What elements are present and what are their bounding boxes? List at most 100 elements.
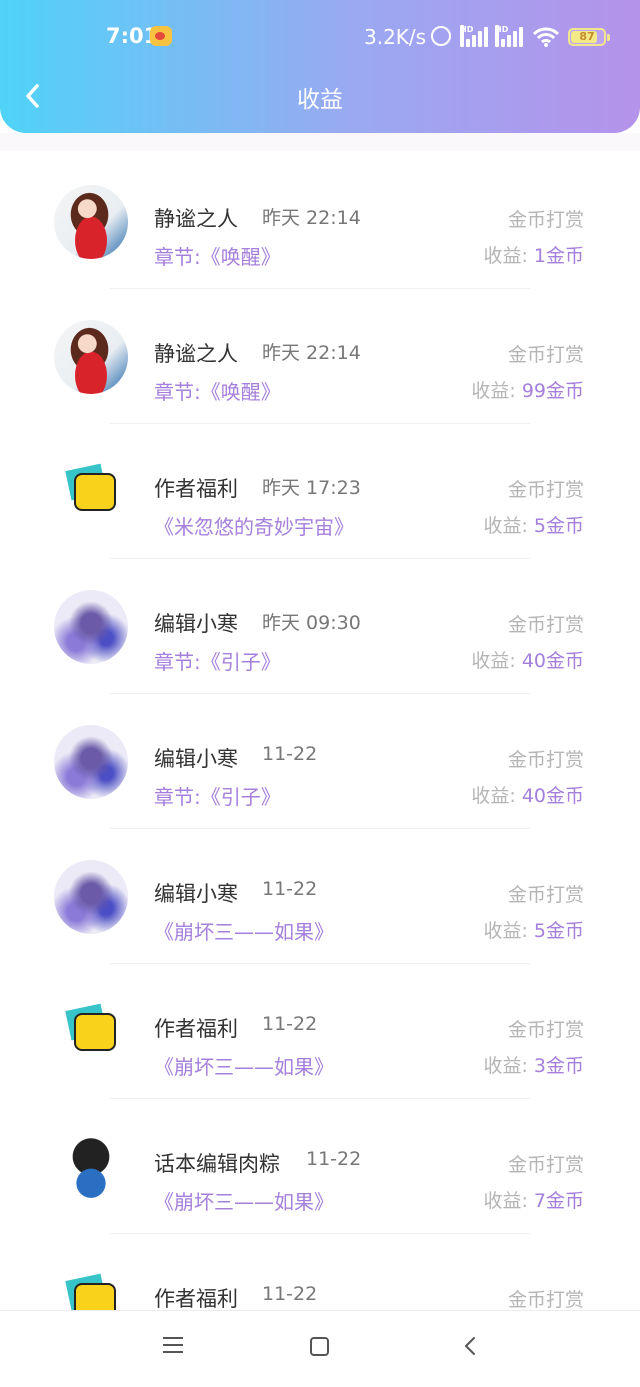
status-bar: 7:01 3.2K/s HD HD 87 [0, 0, 640, 74]
signal-bar [472, 35, 476, 47]
income-record-row[interactable]: 静谧之人 昨天 22:14 金币打赏章节:《唤醒》 收益: 1金币 [0, 155, 640, 290]
income-record-row[interactable]: 编辑小寒 昨天 09:30 金币打赏章节:《引子》 收益: 40金币 [0, 560, 640, 695]
signal-bar [501, 39, 505, 47]
user-avatar[interactable] [54, 860, 128, 934]
work-title-link[interactable]: 章节:《引子》 [154, 646, 281, 675]
income-label: 收益: [483, 920, 534, 942]
battery-level: 87 [579, 30, 595, 43]
back-triangle-icon[interactable] [460, 1335, 480, 1357]
income-record-row[interactable]: 编辑小寒 11-22 金币打赏章节:《引子》 收益: 40金币 [0, 695, 640, 830]
sender-name: 静谧之人 [154, 342, 238, 366]
sender-name: 编辑小寒 [154, 747, 238, 771]
income-source: 金币打赏 [507, 209, 584, 231]
income-record-row[interactable]: 作者福利 11-22 金币打赏《崩坏三——如果》 收益: 3金币 [0, 965, 640, 1100]
work-title-link[interactable]: 《崩坏三——如果》 [154, 916, 334, 945]
menu-line [163, 1351, 183, 1353]
income-amount: 40金币 [521, 785, 584, 807]
signal-bar [507, 35, 511, 47]
user-avatar[interactable] [54, 320, 128, 394]
income-source: 金币打赏 [507, 479, 584, 501]
income-value: 收益: 40金币 [471, 781, 584, 808]
sender-name: 作者福利 [154, 477, 238, 501]
row-divider [110, 1233, 530, 1234]
income-label: 收益: [471, 785, 522, 807]
menu-line [163, 1344, 183, 1346]
user-avatar[interactable] [54, 995, 128, 1069]
work-title-link[interactable]: 《崩坏三——如果》 [154, 1186, 334, 1215]
income-label: 收益: [483, 1190, 534, 1212]
list-top-band [0, 133, 640, 151]
record-time: 昨天 22:14 [262, 342, 361, 364]
work-title-link[interactable]: 章节:《唤醒》 [154, 376, 281, 405]
record-time: 11-22 [262, 1013, 318, 1035]
income-value: 收益: 1金币 [483, 241, 584, 268]
row-divider [110, 423, 530, 424]
income-value: 收益: 5金币 [483, 511, 584, 538]
income-source: 金币打赏 [507, 884, 584, 906]
weibo-notification-icon [150, 26, 172, 46]
record-time: 昨天 17:23 [262, 477, 361, 499]
work-title-link[interactable]: 章节:《引子》 [154, 781, 281, 810]
battery-tip [607, 34, 610, 41]
alarm-icon [431, 26, 451, 46]
user-avatar[interactable] [54, 455, 128, 529]
row-divider [110, 963, 530, 964]
app-header: 7:01 3.2K/s HD HD 87 收益 [0, 0, 640, 133]
menu-line [163, 1337, 183, 1339]
sender-name: 编辑小寒 [154, 882, 238, 906]
income-value: 收益: 40金币 [471, 646, 584, 673]
income-label: 收益: [483, 245, 534, 267]
income-source: 金币打赏 [507, 1019, 584, 1041]
sender-name: 作者福利 [154, 1287, 238, 1311]
sender-name: 静谧之人 [154, 207, 238, 231]
income-source: 金币打赏 [507, 749, 584, 771]
record-time: 昨天 22:14 [262, 207, 361, 229]
cell-signal-icon: HD [460, 25, 490, 47]
income-value: 收益: 3金币 [483, 1051, 584, 1078]
system-nav-bar [0, 1310, 640, 1387]
hd-label: HD [495, 25, 508, 47]
signal-bar [466, 39, 470, 47]
income-source: 金币打赏 [507, 1154, 584, 1176]
income-source: 金币打赏 [507, 1289, 584, 1311]
income-label: 收益: [483, 515, 534, 537]
user-avatar[interactable] [54, 725, 128, 799]
work-title-link[interactable]: 《米忽悠的奇妙宇宙》 [154, 511, 354, 540]
user-avatar[interactable] [54, 1130, 128, 1204]
wifi-icon [532, 27, 560, 47]
income-amount: 7金币 [533, 1190, 584, 1212]
income-record-row[interactable]: 话本编辑肉粽 11-22 金币打赏 《崩坏三——如果》 收益: 7金币 [0, 1100, 640, 1235]
network-speed: 3.2K/s [364, 25, 427, 49]
income-amount: 3金币 [533, 1055, 584, 1077]
record-time: 11-22 [306, 1148, 362, 1170]
income-record-row[interactable]: 静谧之人 昨天 22:14 金币打赏 章节:《唤醒》 收益: 99金币 [0, 290, 640, 425]
income-label: 收益: [483, 1055, 534, 1077]
record-time: 昨天 09:30 [262, 612, 361, 634]
sender-name: 作者福利 [154, 1017, 238, 1041]
record-time: 11-22 [262, 878, 318, 900]
cell-signal-icon-2: HD [495, 25, 525, 47]
income-label: 收益: [471, 650, 522, 672]
row-divider [110, 693, 530, 694]
battery-icon: 87 [568, 28, 610, 46]
income-amount: 5金币 [533, 920, 584, 942]
income-record-row[interactable]: 编辑小寒 11-22 金币打赏《崩坏三——如果》 收益: 5金币 [0, 830, 640, 965]
sender-name: 编辑小寒 [154, 612, 238, 636]
hd-label: HD [460, 25, 473, 47]
record-time: 11-22 [262, 1283, 318, 1305]
record-time: 11-22 [262, 743, 318, 765]
menu-icon[interactable] [163, 1337, 183, 1353]
work-title-link[interactable]: 《崩坏三——如果》 [154, 1051, 334, 1080]
income-value: 收益: 5金币 [483, 916, 584, 943]
work-title-link[interactable]: 章节:《唤醒》 [154, 241, 281, 270]
user-avatar[interactable] [54, 185, 128, 259]
signal-bar [478, 31, 482, 47]
row-divider [110, 558, 530, 559]
income-amount: 5金币 [533, 515, 584, 537]
home-square-icon[interactable] [310, 1337, 329, 1356]
user-avatar[interactable] [54, 590, 128, 664]
income-source: 金币打赏 [507, 344, 584, 366]
income-value: 收益: 7金币 [483, 1186, 584, 1213]
income-source: 金币打赏 [507, 614, 584, 636]
income-record-row[interactable]: 作者福利 昨天 17:23 金币打赏《米忽悠的奇妙宇宙》 收益: 5金币 [0, 425, 640, 560]
